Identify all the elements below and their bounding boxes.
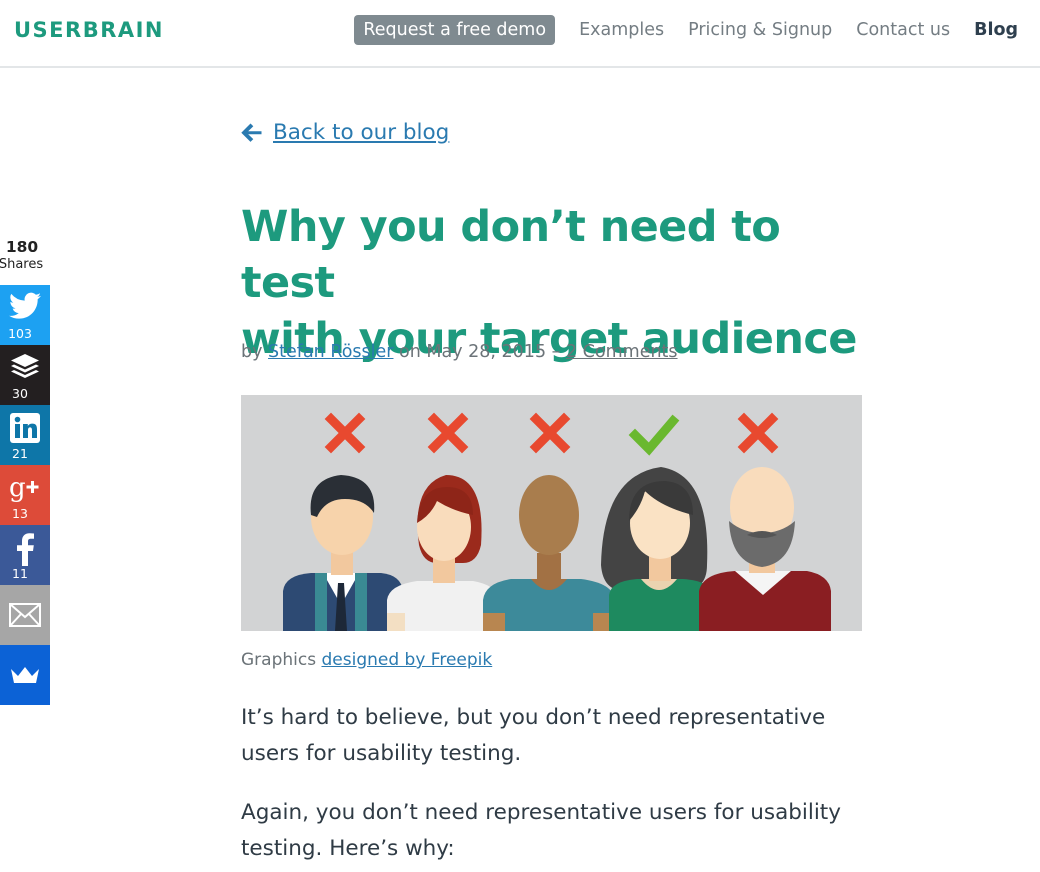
facebook-icon [17,533,34,566]
author-link[interactable]: Stefan Rössler [268,342,393,362]
person-suit-man [283,475,403,631]
byline-date: on May 28, 2015 – [399,342,561,362]
arrow-left-icon [241,123,262,142]
share-total: 180 [5,238,39,256]
twitter-bird-icon [9,292,41,319]
share-linkedin-count: 21 [12,446,28,461]
image-caption: Graphics designed by Freepik [241,650,492,670]
crown-icon [11,667,39,683]
article-paragraph-2: Again, you don’t need representative use… [241,800,841,861]
linkedin-icon [10,413,40,443]
reject-x-icon [529,412,571,454]
nav-examples[interactable]: Examples [579,20,664,40]
nav-pricing-signup[interactable]: Pricing & Signup [688,20,832,40]
nav-contact[interactable]: Contact us [856,20,950,40]
hero-illustration [241,395,862,631]
svg-text:g: g [9,473,26,503]
reject-x-icon [427,412,469,454]
freepik-credit-link[interactable]: designed by Freepik [321,650,492,670]
share-email-button[interactable] [0,585,50,645]
approve-check-icon [628,414,680,456]
byline-by: by [241,342,263,362]
share-total-label: Shares [0,257,44,272]
site-header: USERBRAIN Request a free demo Examples P… [0,0,1040,68]
share-google-plus-button[interactable]: g 13 [0,465,50,525]
reject-x-icon [324,412,366,454]
person-bald-man [483,475,615,631]
caption-prefix: Graphics [241,650,317,670]
person-bearded-man [699,467,831,631]
person-darkhair-woman [601,467,713,631]
reject-x-icon [737,412,779,454]
share-twitter-button[interactable]: 103 [0,285,50,345]
article-title-line-1: Why you don’t need to test [241,202,781,308]
person-redhead-woman [387,475,499,631]
share-linkedin-button[interactable]: 21 [0,405,50,465]
back-to-blog-link[interactable]: Back to our blog [241,120,449,145]
article-paragraph-1: It’s hard to believe, but you don’t need… [241,705,826,766]
share-twitter-count: 103 [8,326,32,341]
article-byline: by Stefan Rössler on May 28, 2015 – 2 Co… [241,342,678,362]
site-logo[interactable]: USERBRAIN [14,18,164,42]
request-demo-button[interactable]: Request a free demo [354,15,556,45]
buffer-stack-icon [11,354,39,378]
share-facebook-count: 11 [12,566,28,581]
main-nav: Request a free demo Examples Pricing & S… [354,15,1018,45]
share-google-plus-count: 13 [12,506,28,521]
share-sumome-button[interactable] [0,645,50,705]
envelope-icon [9,603,41,627]
back-to-blog-label[interactable]: Back to our blog [273,120,449,145]
comments-link[interactable]: 2 Comments [566,342,678,362]
google-plus-icon: g [9,473,39,503]
share-count: 180 Shares [0,237,44,272]
share-facebook-button[interactable]: 11 [0,525,50,585]
nav-blog[interactable]: Blog [974,20,1018,40]
share-buffer-button[interactable]: 30 [0,345,50,405]
share-buffer-count: 30 [12,386,28,401]
